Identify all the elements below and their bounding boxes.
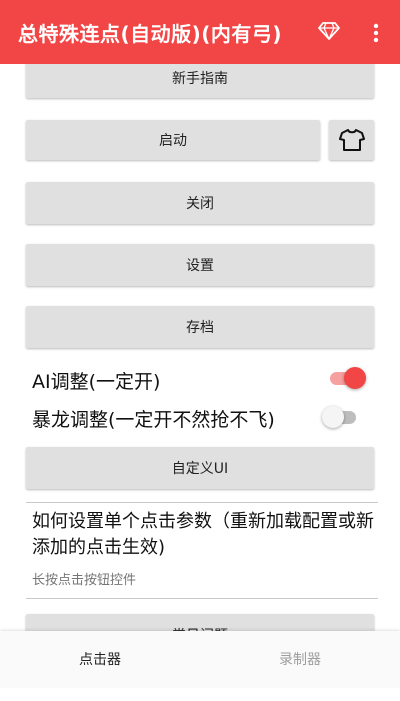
- tshirt-icon: [338, 129, 365, 151]
- custom-ui-button[interactable]: 自定义UI: [26, 447, 374, 489]
- start-button[interactable]: 启动: [26, 120, 320, 160]
- app-bar: 总特殊连点(自动版)(内有弓): [0, 0, 400, 64]
- click-params-help-title[interactable]: 如何设置单个点击参数（重新加载配置或新添加的点击生效): [32, 509, 378, 561]
- main-content[interactable]: 新手指南 启动 关闭 设置 存档 AI调整(一定开) 暴龙调整(一定开不然抢不飞…: [0, 64, 400, 631]
- tab-clicker[interactable]: 点击器: [0, 631, 200, 687]
- settings-button[interactable]: 设置: [26, 244, 374, 286]
- divider: [26, 502, 378, 503]
- app-title: 总特殊连点(自动版)(内有弓): [18, 21, 283, 46]
- ai-adjust-switch[interactable]: [326, 366, 366, 390]
- ai-adjust-label: AI调整(一定开): [32, 371, 161, 393]
- faq-button[interactable]: 常见问题: [26, 614, 374, 631]
- more-vert-icon[interactable]: [366, 22, 386, 44]
- skin-button[interactable]: [329, 120, 374, 160]
- gem-icon[interactable]: [317, 21, 341, 41]
- divider: [26, 598, 378, 599]
- save-button[interactable]: 存档: [26, 306, 374, 348]
- tab-recorder[interactable]: 录制器: [200, 631, 400, 687]
- trex-adjust-label: 暴龙调整(一定开不然抢不飞): [32, 409, 275, 431]
- bottom-nav: 点击器 录制器: [0, 631, 400, 687]
- trex-adjust-switch[interactable]: [322, 405, 362, 429]
- switch-thumb: [344, 367, 366, 389]
- system-bottom-bar: [0, 687, 400, 701]
- close-button[interactable]: 关闭: [26, 182, 374, 224]
- guide-button[interactable]: 新手指南: [26, 64, 374, 98]
- switch-thumb: [322, 406, 344, 428]
- click-params-help-summary: 长按点击按钮控件: [32, 573, 137, 588]
